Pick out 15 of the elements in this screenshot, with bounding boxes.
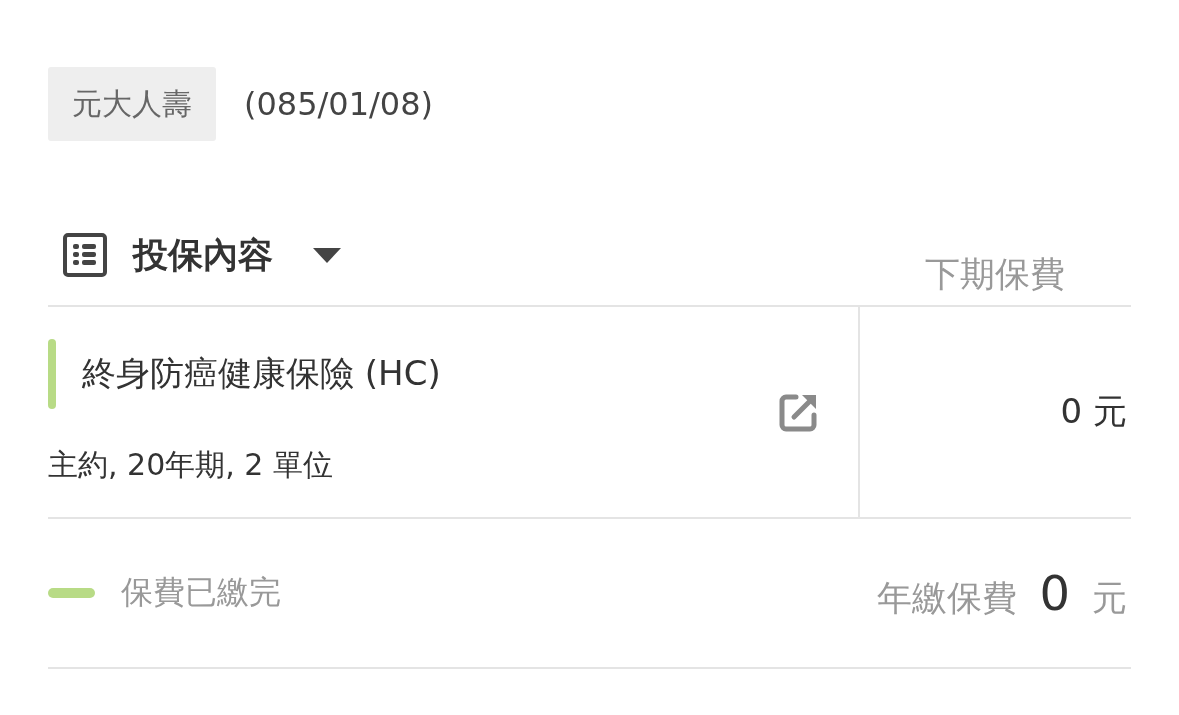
next-premium-amount: 0 元: [1060, 390, 1127, 433]
plan-name: 終身防癌健康保險 (HC): [82, 351, 441, 395]
payment-status: 保費已繳完: [121, 572, 281, 613]
plan-detail: 主約, 20年期, 2 單位: [48, 445, 334, 484]
annual-premium-label: 年繳保費: [877, 576, 1018, 620]
currency-unit: 元: [1092, 576, 1127, 620]
company-tag: 元大人壽: [48, 67, 216, 141]
section-title[interactable]: 投保內容: [133, 231, 273, 279]
status-legend-dash: [48, 588, 95, 598]
column-header: 下期保費: [925, 252, 1066, 296]
annual-premium-amount: 0: [1039, 564, 1070, 621]
plan-marker: [48, 338, 56, 409]
caret-icon[interactable]: [313, 247, 341, 263]
policy-date: (085/01/08): [244, 85, 434, 123]
list-icon: [63, 233, 107, 277]
